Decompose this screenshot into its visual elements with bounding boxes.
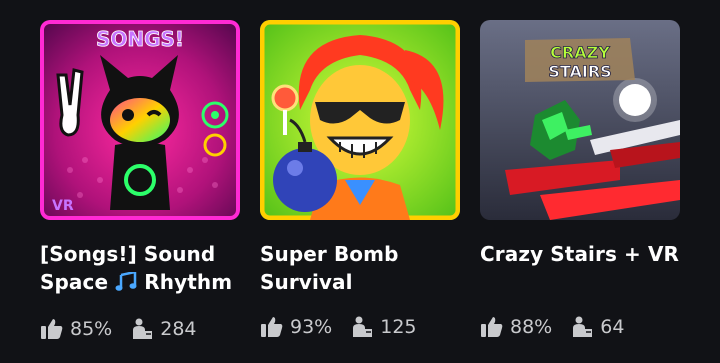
thumbs-up-icon bbox=[481, 317, 503, 337]
players-icon bbox=[573, 316, 593, 337]
players-value: 64 bbox=[600, 316, 625, 338]
rating-stat: 88% bbox=[480, 316, 552, 338]
game-thumbnail[interactable]: CRAZY STAIRS bbox=[480, 20, 680, 220]
game-card-crazy-stairs[interactable]: CRAZY STAIRS Crazy Stairs + VR 88% 64 bbox=[480, 20, 680, 338]
players-stat: 125 bbox=[350, 316, 417, 338]
musical-notes-icon bbox=[115, 270, 137, 294]
players-value: 125 bbox=[380, 316, 417, 338]
game-thumbnail[interactable] bbox=[260, 20, 460, 220]
players-value: 284 bbox=[160, 318, 197, 340]
game-thumbnail[interactable]: SONGS! VR bbox=[40, 20, 240, 220]
game-stats: 88% 64 bbox=[480, 316, 680, 338]
game-stats: 93% 125 bbox=[260, 316, 460, 338]
game-title-line1: Super Bomb bbox=[260, 242, 399, 266]
game-title-line2-end: Rhythm bbox=[137, 270, 233, 294]
thumbs-up-icon bbox=[41, 319, 63, 339]
game-stats: 85% 284 bbox=[40, 318, 240, 340]
rating-value: 93% bbox=[290, 316, 333, 338]
rating-value: 85% bbox=[70, 318, 113, 340]
game-title[interactable]: [Songs!] Sound Space Rhythm bbox=[40, 240, 240, 298]
game-title[interactable]: Super Bomb Survival bbox=[260, 240, 460, 296]
game-title[interactable]: Crazy Stairs + VR bbox=[480, 240, 680, 268]
game-carousel: SONGS! VR [Songs!] Sound Space Rhythm 85… bbox=[0, 0, 720, 363]
players-stat: 64 bbox=[570, 316, 624, 338]
game-title-line1: Crazy Stairs + VR bbox=[480, 242, 680, 266]
game-card-super-bomb[interactable]: Super Bomb Survival 93% 125 bbox=[260, 20, 460, 338]
rating-stat: 85% bbox=[40, 318, 112, 340]
thumbs-up-icon bbox=[261, 317, 283, 337]
svg-text:STAIRS: STAIRS bbox=[548, 62, 611, 81]
players-icon bbox=[353, 316, 373, 337]
svg-text:CRAZY: CRAZY bbox=[550, 43, 610, 62]
game-card-songs[interactable]: SONGS! VR [Songs!] Sound Space Rhythm 85… bbox=[40, 20, 240, 340]
game-title-line1: [Songs!] Sound bbox=[40, 242, 216, 266]
svg-text:VR: VR bbox=[52, 198, 74, 214]
songs-thumbnail-art: SONGS! VR bbox=[40, 20, 240, 220]
players-stat: 284 bbox=[130, 318, 197, 340]
svg-text:SONGS!: SONGS! bbox=[96, 27, 184, 51]
game-title-line2: Survival bbox=[260, 270, 353, 294]
game-title-line2: Space bbox=[40, 270, 116, 294]
crazy-stairs-thumbnail-art: CRAZY STAIRS bbox=[480, 20, 680, 220]
players-icon bbox=[133, 318, 153, 339]
super-bomb-thumbnail-art bbox=[260, 20, 460, 220]
rating-stat: 93% bbox=[260, 316, 332, 338]
rating-value: 88% bbox=[510, 316, 553, 338]
